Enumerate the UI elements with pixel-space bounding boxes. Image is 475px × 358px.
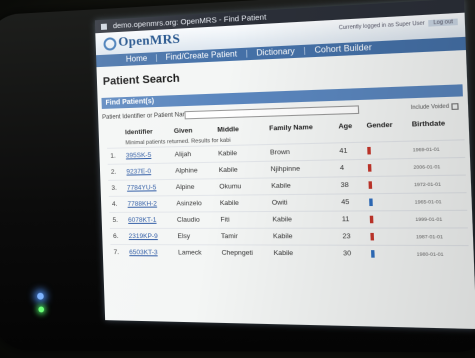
female-icon — [368, 181, 373, 189]
row-number: 4. — [108, 196, 125, 213]
openmrs-logo[interactable]: OpenMRS — [103, 31, 180, 51]
table-row[interactable]: 5. 6078KT-1 Claudio Fiti Kabile 11 1999-01-01 — [109, 210, 468, 229]
given-name: Lameck — [174, 244, 219, 261]
col-num — [106, 127, 122, 138]
logout-link[interactable]: Log out — [428, 18, 458, 27]
middle-name: Tamir — [217, 228, 271, 245]
birthdate: 1980-01-01 — [412, 245, 470, 263]
row-number: 7. — [110, 244, 127, 261]
col-age[interactable]: Age — [335, 120, 364, 133]
table-row[interactable]: 7. 6503KT-3 Lameck Chepngeti Kabile 30 1980-01… — [110, 244, 470, 263]
nav-separator: | — [155, 53, 158, 63]
birthdate: 1987-01-01 — [412, 227, 469, 246]
table-row[interactable]: 6. 2319KP-9 Elsy Tamir Kabile 23 1987-01-01 — [109, 227, 469, 246]
table-row[interactable]: 4. 7788KH-2 Asinzelo Kabile Owiti 45 1965-01-0… — [108, 192, 468, 213]
age: 23 — [338, 228, 368, 246]
birthdate: 1965-01-01 — [410, 192, 468, 211]
age: 41 — [335, 142, 365, 160]
patient-identifier-link[interactable]: 9237E-0 — [126, 168, 151, 175]
age: 30 — [339, 245, 369, 262]
openmrs-logo-icon — [103, 36, 117, 51]
identifier-cell: 6503KT-3 — [125, 244, 176, 261]
female-icon — [370, 232, 375, 241]
gender-cell — [363, 141, 410, 160]
row-number: 6. — [109, 228, 126, 245]
search-label: Patient Identifier or Patient Name: — [102, 111, 193, 121]
family-name: Kabile — [267, 176, 338, 195]
patient-identifier-link[interactable]: 2319KP-9 — [129, 233, 158, 240]
user-info-text: Currently logged in as Super User — [338, 20, 425, 32]
birthdate: 1999-01-01 — [411, 210, 468, 229]
middle-name: Okumu — [215, 178, 269, 196]
logo-text: OpenMRS — [118, 30, 181, 50]
nav-separator: | — [245, 48, 248, 59]
nav-home[interactable]: Home — [126, 54, 148, 64]
power-led-icon — [37, 292, 44, 300]
patient-identifier-link[interactable]: 7788KH-2 — [127, 200, 157, 207]
patient-identifier-link[interactable]: 6503KT-3 — [129, 249, 158, 256]
family-name: Njihpinne — [267, 159, 337, 179]
family-name: Brown — [266, 142, 337, 162]
female-icon — [367, 163, 372, 172]
user-info: Currently logged in as Super User Log ou… — [338, 18, 458, 32]
middle-name: Kabile — [216, 194, 269, 212]
female-icon — [367, 146, 372, 155]
given-name: Alpine — [172, 178, 217, 196]
patient-identifier-link[interactable]: 6078KT-1 — [128, 217, 157, 224]
family-name: Owiti — [268, 194, 339, 212]
identifier-cell: 6078KT-1 — [124, 212, 175, 229]
patient-identifier-link[interactable]: 7784YU-5 — [127, 184, 157, 191]
birthdate: 2006-01-01 — [409, 157, 466, 176]
patient-identifier-link[interactable]: 395SK-5 — [126, 152, 152, 160]
identifier-cell: 395SK-5 — [122, 146, 172, 165]
middle-name: Fiti — [217, 211, 270, 229]
tablet-screen: demo.openmrs.org: OpenMRS - Find Patient… — [94, 0, 475, 329]
nav-dictionary[interactable]: Dictionary — [256, 46, 295, 57]
row-number: 1. — [107, 147, 124, 165]
given-name: Alijah — [171, 145, 216, 164]
include-voided-checkbox[interactable] — [451, 102, 459, 110]
identifier-cell: 7788KH-2 — [124, 195, 174, 213]
gender-cell — [366, 210, 413, 229]
gender-cell — [364, 158, 411, 177]
middle-name: Chepngeti — [218, 244, 271, 262]
status-led-icon — [38, 306, 45, 313]
age: 4 — [336, 159, 366, 177]
identifier-cell: 9237E-0 — [123, 163, 173, 181]
identifier-cell: 7784YU-5 — [123, 179, 174, 197]
given-name: Claudio — [173, 211, 218, 229]
middle-name: Kabile — [215, 161, 268, 179]
gender-cell — [367, 245, 414, 263]
middle-name: Kabile — [214, 144, 268, 163]
row-number: 3. — [108, 180, 125, 197]
include-voided[interactable]: Include Voided — [410, 100, 459, 115]
age: 38 — [336, 176, 366, 195]
browser-page-icon — [100, 23, 107, 30]
patient-search-input[interactable] — [184, 105, 360, 120]
female-icon — [369, 215, 374, 224]
given-name: Elsy — [174, 228, 219, 245]
nav-separator: | — [303, 45, 306, 56]
birthdate: 1969-01-01 — [408, 139, 466, 159]
gender-cell — [366, 228, 413, 246]
birthdate: 1972-01-01 — [410, 175, 467, 194]
family-name: Kabile — [268, 211, 339, 229]
given-name: Asinzelo — [173, 195, 218, 213]
gender-cell — [365, 175, 411, 194]
age: 45 — [337, 193, 367, 212]
male-icon — [369, 198, 373, 206]
family-name: Kabile — [270, 244, 341, 262]
given-name: Alphine — [171, 162, 216, 180]
include-voided-label: Include Voided — [410, 103, 450, 112]
age: 11 — [338, 210, 367, 229]
nav-cohort-builder[interactable]: Cohort Builder — [314, 43, 372, 55]
row-number: 2. — [107, 164, 124, 181]
identifier-cell: 2319KP-9 — [125, 228, 175, 245]
row-number: 5. — [109, 212, 126, 229]
male-icon — [371, 250, 375, 258]
results-table: Identifier Given Middle Family Name Age … — [106, 117, 470, 263]
family-name: Kabile — [269, 228, 340, 246]
gender-cell — [365, 193, 412, 211]
